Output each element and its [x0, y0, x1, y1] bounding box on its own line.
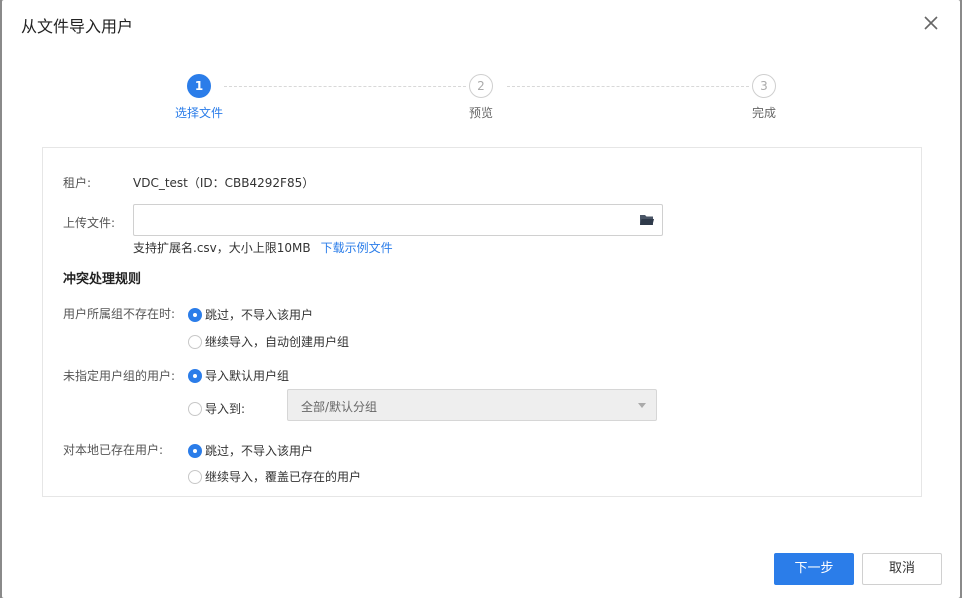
tenant-label: 租户: [63, 176, 92, 190]
radio-overwrite-existing[interactable]: 继续导入，覆盖已存在的用户 [188, 468, 361, 485]
upload-hint: 支持扩展名.csv，大小上限10MB 下载示例文件 [133, 239, 393, 256]
select-value: 全部/默认分组 [301, 400, 378, 414]
step-label: 完成 [751, 106, 776, 120]
next-step-button[interactable]: 下一步 [774, 553, 854, 585]
radio-checked-icon[interactable] [188, 307, 202, 322]
step-label: 预览 [468, 106, 493, 120]
radio-label: 跳过，不导入该用户 [205, 308, 314, 322]
step-select-file: 1 选择文件 [149, 74, 249, 121]
folder-icon[interactable] [640, 214, 654, 226]
radio-skip-missing-group[interactable]: 跳过，不导入该用户 [188, 306, 313, 323]
close-icon[interactable] [922, 14, 940, 32]
radio-default-group[interactable]: 导入默认用户组 [188, 367, 289, 384]
radio-unchecked-icon[interactable] [188, 401, 202, 416]
group-missing-label: 用户所属组不存在时: [63, 307, 176, 321]
radio-label: 跳过，不导入该用户 [205, 444, 314, 458]
radio-unchecked-icon[interactable] [188, 334, 202, 349]
radio-checked-icon[interactable] [188, 443, 202, 458]
step-connector [507, 86, 749, 87]
step-label: 选择文件 [174, 106, 223, 120]
radio-create-group[interactable]: 继续导入，自动创建用户组 [188, 333, 349, 350]
step-finish: 3 完成 [714, 74, 814, 121]
step-number: 2 [469, 74, 493, 98]
radio-label: 导入默认用户组 [205, 369, 290, 383]
step-number: 1 [187, 74, 211, 98]
upload-label: 上传文件: [63, 216, 116, 230]
target-group-select[interactable]: 全部/默认分组 [287, 389, 657, 421]
wizard-steps: 1 选择文件 2 预览 3 完成 [2, 72, 960, 128]
radio-skip-existing[interactable]: 跳过，不导入该用户 [188, 442, 313, 459]
step-number: 3 [752, 74, 776, 98]
radio-checked-icon[interactable] [188, 368, 202, 383]
upload-hint-text: 支持扩展名.csv，大小上限10MB [133, 241, 311, 255]
dialog-title: 从文件导入用户 [21, 17, 134, 36]
import-users-dialog: 从文件导入用户 1 选择文件 2 预览 3 完成 租户: VDC_test（ID… [2, 0, 960, 598]
download-sample-link[interactable]: 下载示例文件 [321, 241, 393, 255]
conflict-rules-title: 冲突处理规则 [63, 272, 142, 287]
radio-label: 导入到: [205, 402, 246, 416]
existing-user-label: 对本地已存在用户: [63, 443, 164, 457]
no-group-label: 未指定用户组的用户: [63, 369, 176, 383]
radio-import-to[interactable]: 导入到: [188, 400, 245, 417]
chevron-down-icon[interactable] [638, 403, 646, 408]
cancel-button[interactable]: 取消 [862, 553, 942, 585]
tenant-value: VDC_test（ID：CBB4292F85） [133, 176, 315, 190]
form-panel: 租户: VDC_test（ID：CBB4292F85） 上传文件: 支持扩展名.… [42, 147, 922, 497]
step-connector [224, 86, 466, 87]
dialog-header: 从文件导入用户 [2, 0, 960, 50]
radio-unchecked-icon[interactable] [188, 469, 202, 484]
upload-file-input[interactable] [133, 204, 663, 236]
radio-label: 继续导入，覆盖已存在的用户 [205, 470, 362, 484]
step-preview: 2 预览 [431, 74, 531, 121]
radio-label: 继续导入，自动创建用户组 [205, 335, 350, 349]
